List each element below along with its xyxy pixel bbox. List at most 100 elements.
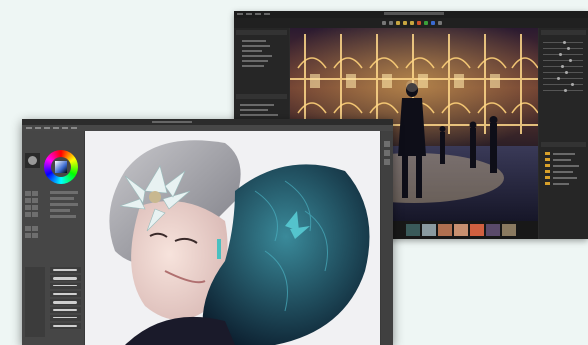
saturation-value-picker[interactable] xyxy=(55,161,67,173)
paint-app-window xyxy=(22,119,393,345)
folder-icon[interactable] xyxy=(545,182,550,185)
brush-preset[interactable] xyxy=(50,307,81,313)
menu-item-file[interactable] xyxy=(26,127,32,129)
shape-tool-icon[interactable] xyxy=(32,212,38,217)
filmstrip-thumbnail[interactable] xyxy=(454,224,468,236)
history-item[interactable] xyxy=(240,114,278,116)
menu-item-file[interactable] xyxy=(237,13,243,15)
menu-item-layer[interactable] xyxy=(44,127,50,129)
drawing-canvas[interactable] xyxy=(85,131,380,345)
swatch-icon[interactable] xyxy=(25,233,31,238)
saturation-slider-knob[interactable] xyxy=(564,89,567,92)
folder-icon[interactable] xyxy=(545,152,550,155)
clarity-slider[interactable] xyxy=(543,78,583,79)
history-item[interactable] xyxy=(240,109,268,111)
swatch-icon[interactable] xyxy=(25,226,31,231)
rotate-icon[interactable] xyxy=(382,21,386,25)
crop-icon[interactable] xyxy=(389,21,393,25)
menu-item-help[interactable] xyxy=(264,13,270,15)
layer-thumbnail[interactable] xyxy=(384,159,390,165)
blacks-slider[interactable] xyxy=(543,72,583,73)
property-row[interactable] xyxy=(50,209,70,212)
blacks-slider-knob[interactable] xyxy=(565,71,568,74)
whites-slider-knob[interactable] xyxy=(561,65,564,68)
menu-item-view[interactable] xyxy=(255,13,261,15)
property-row[interactable] xyxy=(50,215,76,218)
folder-tree-item[interactable] xyxy=(242,50,262,52)
brush-preset[interactable] xyxy=(50,275,81,281)
folder-tree-item[interactable] xyxy=(242,65,264,67)
contrast-slider-knob[interactable] xyxy=(567,47,570,50)
brush-preset[interactable] xyxy=(50,299,81,305)
menu-item-view[interactable] xyxy=(62,127,68,129)
move-tool-icon[interactable] xyxy=(25,205,31,210)
illustration-artwork xyxy=(85,131,380,345)
color-wheel[interactable] xyxy=(44,150,78,184)
select-tool-icon[interactable] xyxy=(32,198,38,203)
basic-adjustments-header[interactable] xyxy=(541,30,586,35)
shadows-slider-knob[interactable] xyxy=(569,59,572,62)
filmstrip-thumbnail[interactable] xyxy=(470,224,484,236)
menu-item-window[interactable] xyxy=(71,127,77,129)
saturation-slider[interactable] xyxy=(543,90,583,91)
star-icon[interactable] xyxy=(403,21,407,25)
folder-tree-item[interactable] xyxy=(242,60,268,62)
brush-preset[interactable] xyxy=(50,267,81,273)
property-row[interactable] xyxy=(50,191,78,194)
property-row[interactable] xyxy=(50,203,78,206)
shadows-slider[interactable] xyxy=(543,60,583,61)
eyedropper-tool-icon[interactable] xyxy=(32,205,38,210)
filmstrip-thumbnail[interactable] xyxy=(486,224,500,236)
folder-tree-item[interactable] xyxy=(242,40,266,42)
brush-preset[interactable] xyxy=(50,323,81,329)
layer-thumbnail[interactable] xyxy=(384,150,390,156)
highlights-slider[interactable] xyxy=(543,54,583,55)
swatch-icon[interactable] xyxy=(32,226,38,231)
history-panel-header[interactable] xyxy=(236,94,287,99)
star-icon[interactable] xyxy=(396,21,400,25)
navigator-thumbnail[interactable] xyxy=(25,153,40,168)
property-row[interactable] xyxy=(50,197,74,200)
brush-preset[interactable] xyxy=(50,315,81,321)
folder-tree-item[interactable] xyxy=(242,55,272,57)
contrast-slider[interactable] xyxy=(543,48,583,49)
folder-icon[interactable] xyxy=(545,170,550,173)
vibrance-slider[interactable] xyxy=(543,84,583,85)
eraser-tool-icon[interactable] xyxy=(32,191,38,196)
filmstrip-thumbnail[interactable] xyxy=(422,224,436,236)
color-label-red-icon[interactable] xyxy=(417,21,421,25)
filmstrip-thumbnail[interactable] xyxy=(502,224,516,236)
filmstrip-thumbnail[interactable] xyxy=(438,224,452,236)
compare-icon[interactable] xyxy=(438,21,442,25)
brush-category-list[interactable] xyxy=(25,267,45,337)
layer-thumbnail[interactable] xyxy=(384,141,390,147)
brush-tool-icon[interactable] xyxy=(25,191,31,196)
brush-preset[interactable] xyxy=(50,283,81,289)
text-tool-icon[interactable] xyxy=(25,212,31,217)
swatch-icon[interactable] xyxy=(32,233,38,238)
clarity-slider-knob[interactable] xyxy=(557,77,560,80)
filmstrip-thumbnail[interactable] xyxy=(406,224,420,236)
menu-item-edit[interactable] xyxy=(35,127,41,129)
brush-preset[interactable] xyxy=(50,291,81,297)
folder-label xyxy=(553,165,579,167)
photo-editor-title xyxy=(384,12,444,15)
color-label-blue-icon[interactable] xyxy=(431,21,435,25)
history-item[interactable] xyxy=(240,104,274,106)
folder-label xyxy=(553,171,573,173)
tool-palette xyxy=(22,131,84,345)
folder-icon[interactable] xyxy=(545,158,550,161)
folders-panel-header[interactable] xyxy=(236,30,287,35)
folder-icon[interactable] xyxy=(545,176,550,179)
exposure-slider-knob[interactable] xyxy=(563,41,566,44)
fill-tool-icon[interactable] xyxy=(25,198,31,203)
menu-item-edit[interactable] xyxy=(246,13,252,15)
library-panel-header[interactable] xyxy=(541,142,586,147)
star-icon[interactable] xyxy=(410,21,414,25)
highlights-slider-knob[interactable] xyxy=(559,53,562,56)
menu-item-filter[interactable] xyxy=(53,127,59,129)
folder-icon[interactable] xyxy=(545,164,550,167)
vibrance-slider-knob[interactable] xyxy=(571,83,574,86)
color-label-green-icon[interactable] xyxy=(424,21,428,25)
folder-tree-item[interactable] xyxy=(242,45,270,47)
